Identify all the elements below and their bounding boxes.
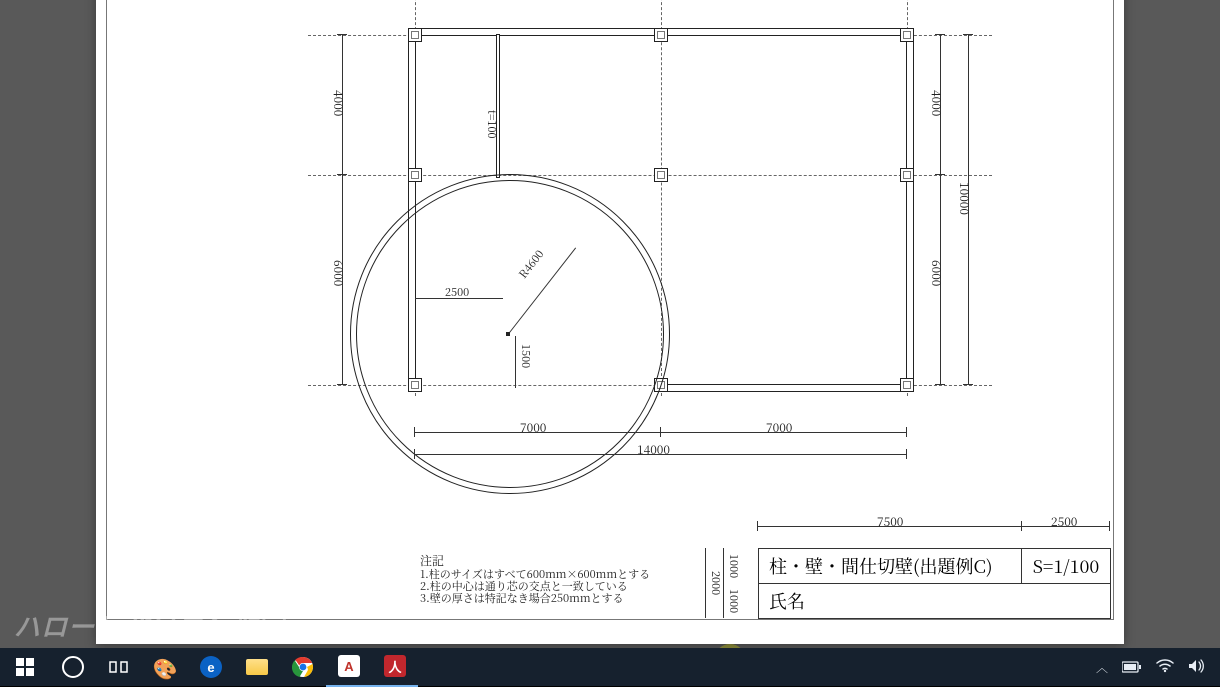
dim-line-1500 <box>515 336 516 388</box>
dim-tick <box>935 384 945 385</box>
dim-tick <box>963 34 973 35</box>
tb-dim-2500: 2500 <box>1051 513 1077 530</box>
circle-center-mark <box>506 332 510 336</box>
windows-logo-icon <box>16 658 34 676</box>
tb-dim-2000: 2000 <box>708 571 724 595</box>
dim-wall-t: t=100 <box>484 110 500 139</box>
wall-bottom-right <box>654 384 914 392</box>
column <box>654 168 668 182</box>
tb-dim-left-outer <box>705 548 706 618</box>
dim-tick <box>337 174 347 175</box>
dim-right-total: 10000 <box>956 182 973 215</box>
dim-left-lower: 6000 <box>330 260 347 286</box>
column <box>654 28 668 42</box>
task-view-button[interactable] <box>96 648 142 686</box>
partition-wall <box>496 34 500 178</box>
titleblock-scale: S=1/100 <box>1021 548 1111 584</box>
dim-right-upper: 4000 <box>928 90 945 116</box>
wifi-icon[interactable] <box>1156 658 1174 677</box>
desktop: R4600 2500 1500 t=100 4000 6000 <box>0 0 1220 686</box>
taskbar-app-edge[interactable]: e <box>188 648 234 686</box>
titleblock-name: 氏名 <box>758 583 1111 619</box>
titleblock-title-text: 柱・壁・間仕切壁(出題例C) <box>769 553 993 579</box>
dim-line-left <box>342 35 343 385</box>
column <box>408 168 422 182</box>
battery-icon[interactable] <box>1122 658 1142 677</box>
cortana-button[interactable] <box>50 648 96 686</box>
taskbar-app-chrome[interactable] <box>280 648 326 686</box>
dim-tick <box>757 521 758 531</box>
tb-dim-7500: 7500 <box>877 513 903 530</box>
taskbar: 🎨 e A 人 <box>0 648 1220 686</box>
circle-icon <box>62 656 84 678</box>
dim-bottom-right: 7000 <box>766 419 792 436</box>
taskbar-left: 🎨 e A 人 <box>0 648 418 686</box>
folder-icon <box>246 659 268 675</box>
titleblock-name-label: 氏名 <box>769 588 805 614</box>
titleblock-scale-text: S=1/100 <box>1033 553 1100 579</box>
dim-tick <box>414 449 415 459</box>
notes-3: 3.壁の厚さは特記なき場合250mmとする <box>420 590 624 606</box>
dim-tick <box>414 427 415 437</box>
column <box>408 28 422 42</box>
start-button[interactable] <box>0 648 50 686</box>
circle-inner <box>356 180 664 488</box>
dim-right-lower: 6000 <box>928 260 945 286</box>
tb-dim-1000l: 1000 <box>726 589 742 613</box>
column <box>900 28 914 42</box>
chevron-up-icon[interactable]: ︿ <box>1096 659 1108 676</box>
wall-right <box>906 28 914 392</box>
dim-tick <box>906 427 907 437</box>
acrobat-icon: 人 <box>384 655 406 677</box>
taskbar-tray: ︿ <box>1096 658 1220 677</box>
titleblock-title: 柱・壁・間仕切壁(出題例C) <box>758 548 1022 584</box>
dim-tick <box>337 384 347 385</box>
autocad-icon: A <box>338 655 360 677</box>
volume-icon[interactable] <box>1188 658 1206 677</box>
dim-2500: 2500 <box>445 284 469 300</box>
taskbar-app-paint[interactable]: 🎨 <box>142 648 188 686</box>
chrome-icon <box>292 656 314 678</box>
dim-line-right-inner <box>940 35 941 385</box>
task-view-icon <box>109 659 129 675</box>
edge-icon: e <box>200 656 222 678</box>
dim-tick <box>906 449 907 459</box>
pdf-viewer-viewport[interactable]: R4600 2500 1500 t=100 4000 6000 <box>0 0 1220 648</box>
dim-bottom-left: 7000 <box>520 419 546 436</box>
dim-tick <box>1109 521 1110 531</box>
dim-line-bottom-1 <box>415 432 907 433</box>
dim-1500: 1500 <box>518 344 534 368</box>
taskbar-app-acrobat[interactable]: 人 <box>372 647 418 687</box>
taskbar-app-autocad[interactable]: A <box>326 647 372 687</box>
palette-icon: 🎨 <box>153 655 177 679</box>
dim-left-upper: 4000 <box>330 90 347 116</box>
dim-bottom-total: 14000 <box>637 441 670 458</box>
taskbar-app-explorer[interactable] <box>234 648 280 686</box>
column <box>900 168 914 182</box>
dim-tick <box>337 34 347 35</box>
dim-tick <box>1021 521 1022 531</box>
dim-tick <box>963 384 973 385</box>
dim-tick <box>935 174 945 175</box>
column <box>900 378 914 392</box>
tb-dim-1000u: 1000 <box>726 554 742 578</box>
pdf-page: R4600 2500 1500 t=100 4000 6000 <box>96 0 1124 644</box>
dim-tick <box>935 34 945 35</box>
dim-tick <box>660 427 661 437</box>
